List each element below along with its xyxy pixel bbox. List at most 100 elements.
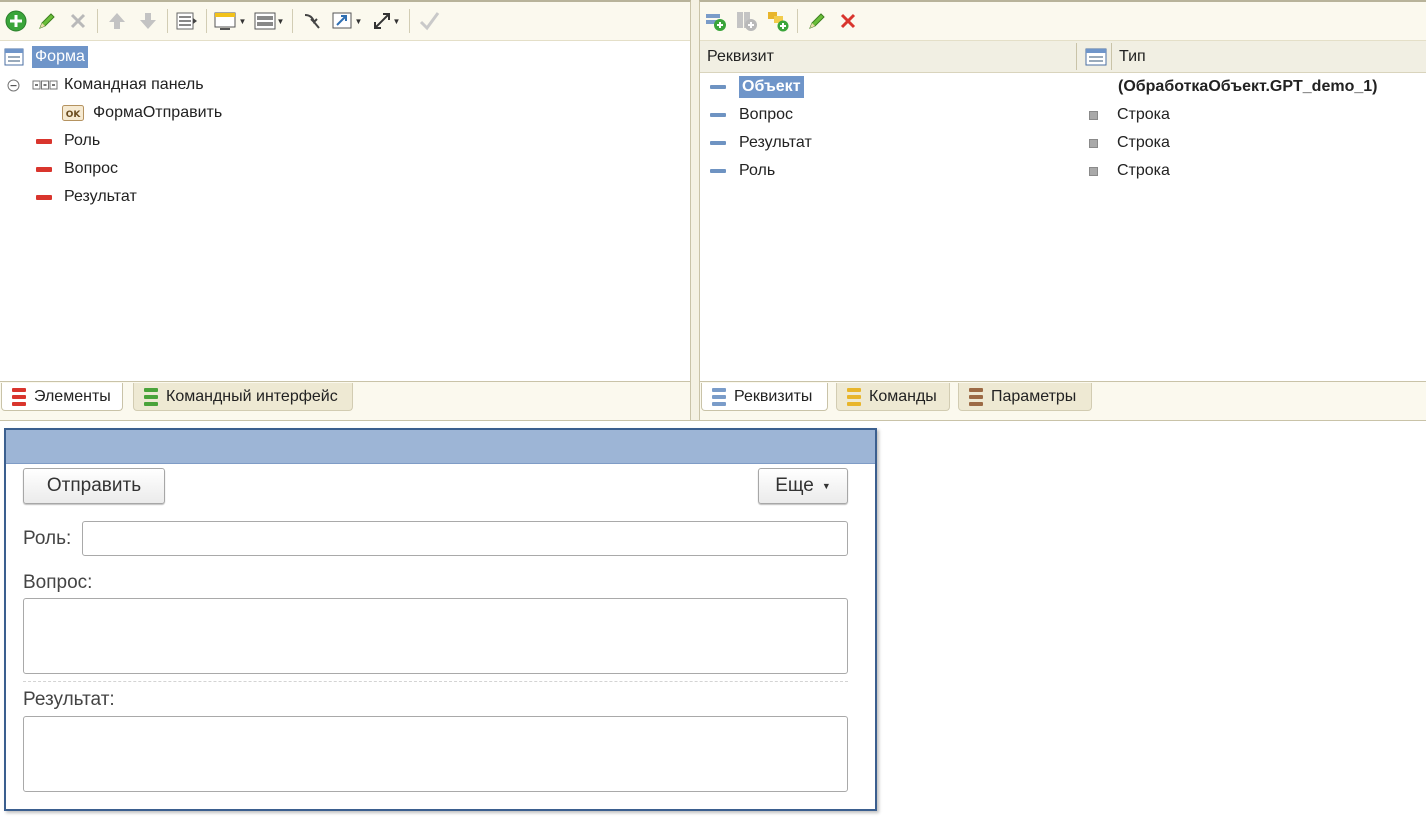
delete-element-button[interactable] — [64, 7, 92, 35]
string-type-icon — [1089, 110, 1098, 120]
panels-bottom-border — [0, 420, 1426, 421]
edit-attribute-button[interactable] — [803, 7, 831, 35]
row-type: Строка — [1089, 130, 1170, 156]
edit-element-button[interactable] — [33, 7, 61, 35]
tab-label: Реквизиты — [734, 387, 813, 405]
tree-item-command-panel[interactable]: Командная панель — [6, 72, 204, 98]
column-settings-icon[interactable] — [1085, 41, 1107, 72]
row-type: Строка — [1089, 102, 1170, 128]
tree-item-label: Командная панель — [64, 76, 204, 93]
tab-label: Параметры — [991, 387, 1077, 405]
tab-label: Командный интерфейс — [166, 387, 338, 405]
dropdown-arrow-icon: ▼ — [276, 16, 285, 26]
attributes-panel: Реквизит Тип Объект (ОбработкаОбъект.GPT… — [699, 0, 1426, 420]
form-icon — [4, 47, 24, 67]
column-divider[interactable] — [1111, 43, 1112, 70]
pencil-icon — [809, 13, 825, 29]
resize-window-button[interactable]: ▼ — [329, 7, 365, 35]
attribute-icon — [710, 141, 726, 145]
stretch-button[interactable]: ▼ — [368, 7, 404, 35]
form-title-bar — [6, 430, 875, 464]
attribute-icon — [710, 85, 726, 89]
table-row-object[interactable]: Объект — [710, 74, 804, 100]
stack-brown-icon — [969, 387, 983, 406]
row-name: Вопрос — [739, 106, 794, 123]
arrow-up-icon — [109, 13, 125, 29]
delete-icon — [70, 13, 86, 29]
view-list-button[interactable] — [173, 7, 201, 35]
dropdown-arrow-icon: ▼ — [821, 481, 831, 491]
diagonal-arrows-icon — [373, 13, 390, 29]
role-input[interactable] — [82, 521, 848, 556]
add-icon — [5, 10, 27, 32]
check-button[interactable] — [415, 7, 443, 35]
toolbar-separator — [206, 9, 207, 33]
add-column-icon — [737, 12, 757, 31]
window-color-icon — [214, 12, 236, 30]
column-header-type[interactable]: Тип — [1119, 41, 1146, 72]
table-row[interactable]: Вопрос — [710, 102, 793, 128]
form-appearance-button[interactable]: ▼ — [212, 7, 248, 35]
add-dynamic-list-button[interactable] — [764, 7, 792, 35]
column-header-name[interactable]: Реквизит — [707, 41, 774, 72]
tab-attributes[interactable]: Реквизиты — [701, 383, 828, 411]
row-type-label: Строка — [1117, 134, 1170, 151]
row-name: Роль — [739, 162, 776, 179]
row-type: Строка — [1089, 158, 1170, 184]
tab-parameters[interactable]: Параметры — [958, 383, 1092, 411]
move-up-button[interactable] — [103, 7, 131, 35]
role-label: Роль: — [23, 528, 72, 549]
tree-item-label: Форма — [32, 46, 88, 68]
toolbar-separator — [97, 9, 98, 33]
elements-toolbar: ▼ ▼ ▼ ▼ — [0, 2, 690, 41]
toolbar-separator — [797, 9, 798, 33]
tree-item-send-command[interactable]: OK ФормаОтправить — [62, 100, 222, 126]
group-layout-button[interactable]: ▼ — [251, 7, 287, 35]
more-button[interactable]: Еще ▼ — [758, 468, 848, 504]
add-element-button[interactable] — [2, 7, 30, 35]
row-name: Результат — [739, 134, 812, 151]
delete-attribute-button[interactable] — [834, 7, 862, 35]
send-button[interactable]: Отправить — [23, 468, 165, 504]
result-textarea[interactable] — [23, 716, 848, 792]
toolbar-separator — [167, 9, 168, 33]
add-column-button[interactable] — [733, 7, 761, 35]
delete-icon — [840, 13, 856, 29]
tree-item-result[interactable]: Результат — [34, 184, 137, 210]
table-row[interactable]: Роль — [710, 158, 775, 184]
group-layout-icon — [254, 12, 276, 30]
move-down-button[interactable] — [134, 7, 162, 35]
tree-item-question[interactable]: Вопрос — [34, 156, 118, 182]
column-divider[interactable] — [1076, 43, 1077, 70]
tab-command-interface[interactable]: Командный интерфейс — [133, 383, 353, 411]
pencil-icon — [39, 13, 55, 29]
tree-item-form[interactable]: Форма — [4, 44, 88, 70]
stack-yellow-icon — [847, 387, 861, 406]
collapse-icon[interactable] — [6, 75, 20, 95]
tab-elements[interactable]: Элементы — [1, 383, 123, 411]
add-attribute-button[interactable] — [702, 7, 730, 35]
tree-item-label: Результат — [64, 188, 137, 205]
row-name: Объект — [739, 76, 804, 98]
panel-splitter[interactable] — [691, 0, 699, 420]
tab-label: Элементы — [34, 387, 111, 405]
stack-green-icon — [144, 387, 158, 406]
redirect-button[interactable] — [298, 7, 326, 35]
table-row[interactable]: Результат — [710, 130, 812, 156]
question-label: Вопрос: — [23, 572, 93, 593]
string-type-icon — [1089, 138, 1098, 148]
string-type-icon — [1089, 166, 1098, 176]
field-icon — [34, 187, 54, 207]
dropdown-arrow-icon: ▼ — [354, 16, 363, 26]
tab-commands[interactable]: Команды — [836, 383, 950, 411]
add-attribute-icon — [706, 14, 726, 31]
question-textarea[interactable] — [23, 598, 848, 674]
add-list-icon — [768, 12, 789, 32]
tree-item-role[interactable]: Роль — [34, 128, 100, 154]
attribute-icon — [710, 169, 726, 173]
arrow-down-icon — [140, 13, 156, 29]
field-icon — [34, 159, 54, 179]
tab-label: Команды — [869, 387, 937, 405]
toolbar-separator — [409, 9, 410, 33]
resize-window-icon — [332, 12, 352, 29]
